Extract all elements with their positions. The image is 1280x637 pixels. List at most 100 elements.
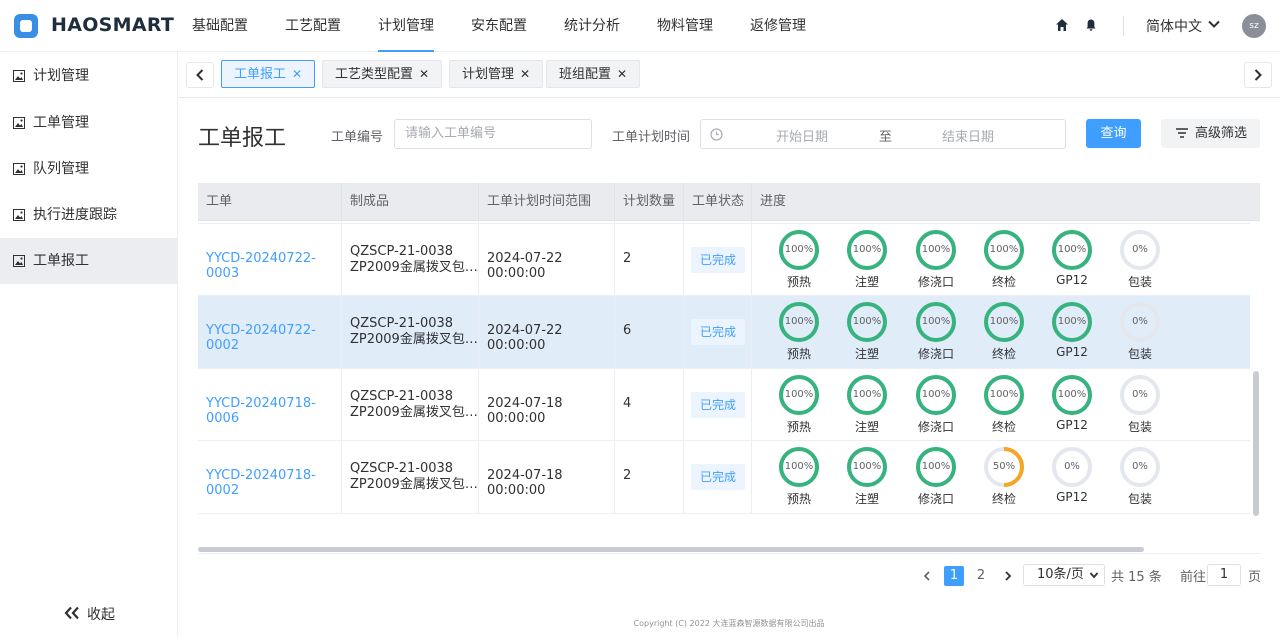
close-icon[interactable]: ✕: [292, 67, 302, 81]
bell-icon[interactable]: [1084, 18, 1098, 32]
advanced-filter-button[interactable]: 高级筛选: [1161, 119, 1260, 148]
sidebar-item-work-order-management[interactable]: 工单管理: [0, 100, 178, 146]
query-button[interactable]: 查询: [1086, 119, 1141, 148]
progress-ring-包装: 0% 包装: [1118, 445, 1162, 509]
date-range-picker[interactable]: 开始日期 至 结束日期: [700, 119, 1066, 149]
prev-page-icon[interactable]: [923, 571, 931, 581]
page-size-select[interactable]: 10条/页: [1023, 564, 1105, 586]
tab-process-type-config[interactable]: 工艺类型配置 ✕: [322, 60, 443, 88]
next-page-icon[interactable]: [1004, 571, 1012, 581]
progress-ring-包装: 0% 包装: [1118, 300, 1162, 364]
progress-ring-注塑: 100% 注塑: [845, 445, 889, 509]
work-order-table: 工单 制成品 工单计划时间范围 计划数量 工单状态 进度 ZP2009金属拨叉包…: [198, 183, 1260, 554]
table-row[interactable]: YYCD-20240722-0002 QZSCP-21-0038 ZP2009金属拨…: [198, 296, 1250, 369]
progress-percent: 100%: [784, 388, 814, 400]
progress-percent: 100%: [852, 461, 882, 472]
close-icon[interactable]: ✕: [419, 67, 429, 81]
table-row[interactable]: YYCD-20240718-0006 QZSCP-21-0038 ZP2009金属拨…: [198, 368, 1250, 441]
sidebar-item-plan-management[interactable]: 计划管理: [0, 53, 178, 99]
table-row[interactable]: YYCD-20240722-0003 QZSCP-21-0038 ZP2009金属拨…: [198, 223, 1250, 296]
menu-item-rework-management[interactable]: 返修管理: [732, 0, 824, 52]
work-order-link[interactable]: YYCD-20240722-0002: [198, 296, 342, 368]
menu-item-plan-management[interactable]: 计划管理: [360, 0, 452, 52]
work-order-link[interactable]: YYCD-20240718-0006: [198, 368, 342, 441]
status-cell: 已完成: [684, 223, 752, 296]
progress-cell: 100% 预热 100% 注塑 100% 修浇口: [752, 296, 1250, 368]
close-icon[interactable]: ✕: [520, 67, 530, 81]
column-header-quantity[interactable]: 计划数量: [615, 183, 684, 221]
vertical-scrollbar[interactable]: [1252, 221, 1260, 553]
menu-item-material-management[interactable]: 物料管理: [639, 0, 731, 52]
order-number-input[interactable]: 请输入工单编号: [394, 119, 592, 149]
collapse-button[interactable]: 收起: [87, 604, 115, 624]
progress-percent: 0%: [1064, 461, 1080, 472]
scrollbar-thumb[interactable]: [1253, 371, 1259, 516]
progress-cell: 100% 预热 100% 注塑 100% 修浇口: [752, 224, 1250, 296]
home-icon[interactable]: [1055, 18, 1069, 32]
quantity-cell: 4: [615, 368, 684, 441]
column-header-time-range[interactable]: 工单计划时间范围: [479, 183, 615, 221]
close-icon[interactable]: ✕: [617, 67, 627, 81]
product-name: ZP2009金属拨叉包…: [350, 404, 478, 420]
step-label: GP12: [1056, 417, 1088, 432]
step-label: 预热: [786, 274, 811, 289]
tab-work-order-report[interactable]: 工单报工 ✕: [221, 60, 316, 88]
work-order-link[interactable]: YYCD-20240718-0002: [198, 441, 342, 513]
step-label: 预热: [786, 492, 811, 506]
progress-ring-注塑: 100% 注塑: [845, 300, 889, 364]
step-label: 注塑: [854, 347, 879, 361]
progress-ring-修浇口: 100% 修浇口: [914, 300, 958, 364]
menu-item-statistics[interactable]: 统计分析: [546, 0, 638, 52]
progress-percent: 100%: [921, 461, 951, 472]
column-header-order[interactable]: 工单: [198, 183, 342, 221]
double-chevron-left-icon[interactable]: [64, 606, 80, 620]
progress-percent: 100%: [921, 316, 951, 327]
menu-item-andon-config[interactable]: 安东配置: [453, 0, 545, 52]
column-header-status[interactable]: 工单状态: [684, 183, 752, 221]
end-date-input[interactable]: 结束日期: [942, 126, 994, 145]
progress-percent: 100%: [989, 316, 1019, 327]
goto-page-input[interactable]: 1: [1207, 564, 1241, 586]
horizontal-scrollbar[interactable]: [198, 547, 1144, 552]
sidebar-item-progress-tracking[interactable]: 执行进度跟踪: [0, 192, 178, 238]
column-header-progress[interactable]: 进度: [752, 183, 1260, 221]
product-cell: QZSCP-21-0038 ZP2009金属拨叉包…: [342, 296, 479, 368]
sidebar-item-work-order-report[interactable]: 工单报工: [0, 238, 178, 284]
progress-percent: 100%: [1057, 243, 1087, 255]
logo-icon: [14, 14, 38, 38]
progress-ring-注塑: 100% 注塑: [845, 228, 889, 292]
menu-item-process-config[interactable]: 工艺配置: [267, 0, 359, 52]
status-badge: 已完成: [691, 246, 745, 273]
column-header-product[interactable]: 制成品: [342, 183, 479, 221]
menu-item-basic-config[interactable]: 基础配置: [174, 0, 266, 52]
tab-plan-management[interactable]: 计划管理 ✕: [449, 60, 544, 88]
progress-percent: 0%: [1132, 461, 1148, 472]
progress-percent: 100%: [852, 316, 882, 327]
step-label: 包装: [1127, 347, 1152, 361]
language-selector[interactable]: 简体中文: [1146, 16, 1202, 36]
page-title: 工单报工: [198, 126, 287, 151]
tabs-scroll-left-button[interactable]: [186, 62, 214, 88]
product-name: ZP2009金属拨叉包…: [350, 477, 478, 492]
chevron-down-icon[interactable]: [1207, 17, 1221, 31]
progress-percent: 100%: [852, 388, 882, 400]
progress-percent: 100%: [921, 243, 951, 255]
page-button-1[interactable]: 1: [944, 566, 964, 586]
sidebar-item-queue-management[interactable]: 队列管理: [0, 146, 178, 192]
tab-label: 计划管理: [462, 67, 515, 82]
step-label: 预热: [786, 347, 811, 361]
brand-name: HAOSMART: [51, 14, 175, 36]
progress-percent: 100%: [784, 243, 814, 255]
page-size-value: 10条/页: [1037, 567, 1084, 582]
start-date-input[interactable]: 开始日期: [776, 126, 828, 145]
table-row[interactable]: YYCD-20240718-0002 QZSCP-21-0038 ZP2009金属拨…: [198, 441, 1250, 514]
step-label: 修浇口: [917, 347, 954, 361]
page-button-2[interactable]: 2: [971, 566, 991, 586]
progress-percent: 50%: [992, 461, 1016, 472]
tab-label: 工单报工: [234, 67, 287, 82]
work-order-link[interactable]: YYCD-20240722-0003: [198, 223, 342, 296]
tab-team-config[interactable]: 班组配置 ✕: [546, 60, 641, 88]
product-name: ZP2009金属拨叉包…: [350, 259, 478, 275]
avatar[interactable]: sz: [1242, 14, 1266, 38]
tabs-scroll-right-button[interactable]: [1244, 62, 1272, 88]
